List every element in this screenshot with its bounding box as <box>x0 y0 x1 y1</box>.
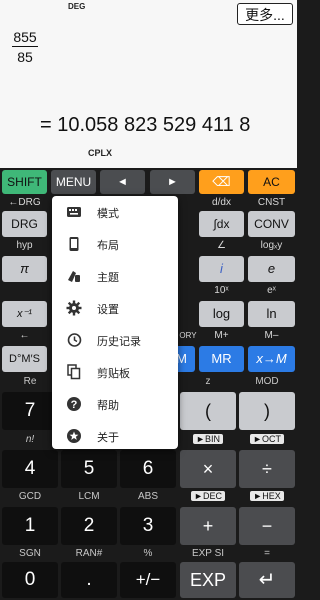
menu-item-clipboard[interactable]: 剪贴板 <box>52 356 178 388</box>
shift-button[interactable]: SHIFT <box>2 170 47 194</box>
hyp-shift-label: hyp <box>16 240 33 251</box>
menu-item-history[interactable]: 历史记录 <box>52 324 178 356</box>
hex-shift-label: ►HEX <box>239 490 295 503</box>
clipboard-icon <box>66 364 82 380</box>
gear-icon <box>66 300 82 316</box>
cnst-shift-label: CNST <box>257 197 286 208</box>
log-button[interactable]: log <box>199 301 244 327</box>
digit-5-button[interactable]: 5 <box>61 450 117 488</box>
percent-shift-label: % <box>143 548 153 559</box>
euler-e-button[interactable]: e <box>248 256 295 282</box>
menu-item-mode[interactable]: 模式 <box>52 196 178 228</box>
digit-6-button[interactable]: 6 <box>120 450 176 488</box>
divide-button[interactable]: ÷ <box>239 450 295 488</box>
negate-button[interactable]: +/− <box>120 562 176 598</box>
re-shift-label: Re <box>23 376 37 387</box>
abs-shift-label: ABS <box>137 491 158 502</box>
plus-button[interactable]: + <box>180 507 236 545</box>
digit-3-button[interactable]: 3 <box>120 507 176 545</box>
reciprocal-button[interactable]: x⁻¹ <box>2 301 47 327</box>
store-memory-button[interactable]: x→M <box>248 346 295 372</box>
pi-button[interactable]: π <box>2 256 47 282</box>
more-button[interactable]: 更多... <box>237 3 293 25</box>
sgn-shift-label: SGN <box>19 548 41 559</box>
menu-item-label: 设置 <box>97 304 119 316</box>
integral-button[interactable]: ∫dx <box>199 211 244 237</box>
enter-button[interactable]: ↵ <box>239 562 295 598</box>
phone-icon <box>66 236 82 252</box>
menu-item-layout[interactable]: 布局 <box>52 228 178 260</box>
minus-button[interactable]: − <box>239 507 295 545</box>
ac-button[interactable]: AC <box>248 170 295 194</box>
fraction-numerator: 855 <box>12 29 38 47</box>
complex-mode-indicator: CPLX <box>88 148 113 158</box>
palette-icon <box>66 268 82 284</box>
random-shift-label: RAN# <box>75 548 103 559</box>
menu-item-settings[interactable]: 设置 <box>52 292 178 324</box>
history-icon <box>66 332 82 348</box>
equals-shift-label: = <box>264 548 270 559</box>
keyboard-icon <box>66 204 82 220</box>
star-badge-icon <box>66 428 82 444</box>
help-icon: ? <box>66 396 82 412</box>
decimal-point-button[interactable]: . <box>61 562 117 598</box>
mminus-shift-label: M– <box>264 330 279 341</box>
exp10-shift-label: 10ˣ <box>214 285 229 296</box>
digit-7-button[interactable]: 7 <box>2 392 58 430</box>
digit-1-button[interactable]: 1 <box>2 507 58 545</box>
ln-button[interactable]: ln <box>248 301 295 327</box>
cursor-right-button[interactable]: ► <box>150 170 195 194</box>
menu-item-label: 模式 <box>97 208 119 220</box>
digit-2-button[interactable]: 2 <box>61 507 117 545</box>
ddx-shift-label: d/dx <box>212 197 231 208</box>
logxy-shift-label: logₓy <box>260 240 283 251</box>
drg-shift-label: ←DRG <box>8 197 41 208</box>
mr-button[interactable]: MR <box>199 346 244 372</box>
menu-item-theme[interactable]: 主题 <box>52 260 178 292</box>
svg-text:?: ? <box>71 399 78 411</box>
mod-shift-label: MOD <box>255 376 279 387</box>
bin-shift-label: ►BIN <box>180 433 236 446</box>
dec-shift-label: ►DEC <box>180 490 236 503</box>
result-text: = 10.058 823 529 411 8 <box>40 114 251 136</box>
multiply-button[interactable]: × <box>180 450 236 488</box>
backspace-button[interactable]: ⌫ <box>199 170 244 194</box>
menu-item-label: 帮助 <box>97 400 119 412</box>
memory-shift-label: ORY <box>179 331 197 340</box>
menu-item-about[interactable]: 关于 <box>52 420 178 452</box>
conv-button[interactable]: CONV <box>248 211 295 237</box>
ex-shift-label: eˣ <box>267 285 276 296</box>
menu-item-label: 主题 <box>97 272 119 284</box>
dms-button[interactable]: D°M′S <box>2 346 47 372</box>
z-shift-label: z <box>205 376 211 387</box>
fraction-denominator: 85 <box>17 49 33 65</box>
menu-item-label: 布局 <box>97 240 119 252</box>
oct-shift-label: ►OCT <box>239 433 295 446</box>
input-fraction: 855 85 <box>12 28 38 67</box>
exp-button[interactable]: EXP <box>180 562 236 598</box>
menu-item-label: 关于 <box>97 432 119 444</box>
mplus-shift-label: M+ <box>214 330 229 341</box>
digit-4-button[interactable]: 4 <box>2 450 58 488</box>
factorial-shift-label: n! <box>25 434 35 445</box>
menu-item-label: 历史记录 <box>97 336 141 348</box>
right-paren-button[interactable]: ) <box>239 392 295 430</box>
display-area: DEG 更多... 855 85 = 10.058 823 529 411 8 … <box>0 0 297 168</box>
cursor-left-button[interactable]: ◄ <box>100 170 145 194</box>
menu-item-label: 剪贴板 <box>97 368 130 380</box>
digit-0-button[interactable]: 0 <box>2 562 58 598</box>
imaginary-i-button[interactable]: i <box>199 256 244 282</box>
angle-shift-label: ∠ <box>217 240 226 251</box>
menu-button[interactable]: MENU <box>51 170 96 194</box>
arrow-shift-label: ← <box>19 330 30 341</box>
left-paren-button[interactable]: ( <box>180 392 236 430</box>
main-menu-popup: 模式 布局 主题 设置 历史记录 剪贴板 ? 帮助 关于 <box>52 196 178 449</box>
lcm-shift-label: LCM <box>78 491 100 502</box>
drg-button[interactable]: DRG <box>2 211 47 237</box>
angle-mode-indicator: DEG <box>68 2 86 11</box>
gcd-shift-label: GCD <box>18 491 42 502</box>
expsi-shift-label: EXP SI <box>191 548 225 559</box>
menu-item-help[interactable]: ? 帮助 <box>52 388 178 420</box>
